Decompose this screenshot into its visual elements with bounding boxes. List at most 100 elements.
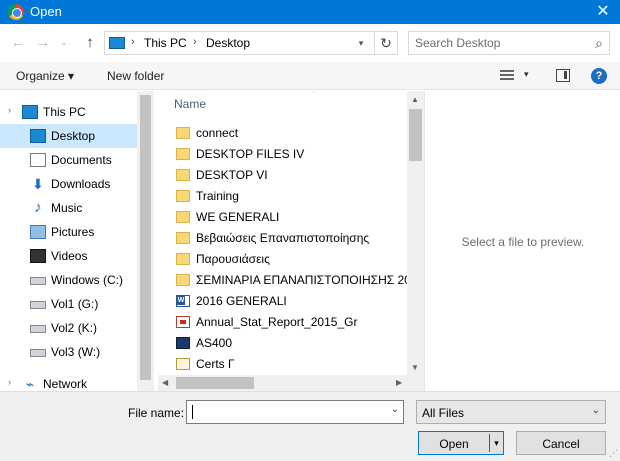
folder-icon xyxy=(176,127,190,139)
sidebar-item-windows-c[interactable]: Windows (C:) xyxy=(0,268,137,292)
file-item[interactable]: ΣΕΜΙΝΑΡΙΑ ΕΠΑΝΑΠΙΣΤΟΠΟΙΗΣΗΣ 201 xyxy=(174,270,407,291)
file-name-combobox[interactable]: ⌄ xyxy=(186,400,404,424)
file-name-input[interactable] xyxy=(191,404,371,420)
file-name: Annual_Stat_Report_2015_Gr xyxy=(196,315,358,329)
open-split-dropdown-icon[interactable]: ▾ xyxy=(489,434,503,452)
pc-icon xyxy=(22,105,38,119)
search-input[interactable] xyxy=(415,35,585,51)
sidebar-item-label: Vol2 (K:) xyxy=(51,321,98,335)
cancel-button[interactable]: Cancel xyxy=(516,431,606,455)
file-item[interactable]: Training xyxy=(174,186,407,207)
navigation-pane: › This PC Desktop Documents ⬇ Downloads … xyxy=(0,91,154,391)
file-name: ΣΕΜΙΝΑΡΙΑ ΕΠΑΝΑΠΙΣΤΟΠΟΙΗΣΗΣ 201 xyxy=(196,273,407,287)
chevron-down-icon[interactable]: ⌄ xyxy=(391,404,399,415)
resize-grip-icon[interactable]: ⋰ xyxy=(609,448,618,459)
sidebar-item-desktop[interactable]: Desktop xyxy=(0,124,137,148)
file-item[interactable]: DESKTOP FILES IV xyxy=(174,144,407,165)
new-folder-button[interactable]: New folder xyxy=(107,69,164,83)
preview-pane-icon[interactable] xyxy=(556,69,570,82)
search-box[interactable]: ⌕ xyxy=(408,31,610,55)
scroll-left-arrow-icon[interactable]: ◀ xyxy=(162,378,168,387)
sidebar-item-music[interactable]: ♪ Music xyxy=(0,196,137,220)
file-item[interactable]: WE GENERALI xyxy=(174,207,407,228)
documents-icon xyxy=(30,153,46,167)
sidebar-item-downloads[interactable]: ⬇ Downloads xyxy=(0,172,137,196)
sidebar-item-label: Pictures xyxy=(51,225,95,239)
folder-icon xyxy=(176,253,190,265)
file-name: AS400 xyxy=(196,336,233,350)
scrollbar-thumb[interactable] xyxy=(176,377,254,389)
view-dropdown-button[interactable]: ▾ xyxy=(524,69,529,80)
column-header-name[interactable]: Name xyxy=(174,97,206,111)
address-dropdown-button[interactable]: ▾ xyxy=(351,32,371,54)
file-item[interactable]: Βεβαιώσεις Επαναπιστοποίησης xyxy=(174,228,407,249)
file-item[interactable]: connect xyxy=(174,123,407,144)
certificate-icon xyxy=(176,358,190,370)
sidebar-item-videos[interactable]: Videos xyxy=(0,244,137,268)
network-icon: ⌁ xyxy=(25,376,35,391)
sidebar-item-label: Windows (C:) xyxy=(51,273,124,287)
file-item[interactable]: 2016 GENERALI xyxy=(174,291,407,312)
recent-locations-button[interactable]: ⌄ xyxy=(54,33,74,53)
navigation-pane-scrollbar[interactable] xyxy=(137,91,154,391)
sidebar-item-vol3-w[interactable]: Vol3 (W:) xyxy=(0,340,137,364)
forward-button[interactable]: → xyxy=(33,33,53,53)
folder-icon xyxy=(176,274,190,286)
search-icon[interactable]: ⌕ xyxy=(595,35,603,52)
drive-icon xyxy=(30,301,46,309)
sidebar-item-documents[interactable]: Documents xyxy=(0,148,137,172)
scroll-up-arrow-icon[interactable]: ▲ xyxy=(411,95,419,104)
breadcrumb-separator: › xyxy=(131,36,135,48)
file-name: Παρουσιάσεις xyxy=(196,252,270,266)
sidebar-item-label: Documents xyxy=(51,153,112,167)
file-item[interactable]: DESKTOP VI xyxy=(174,165,407,186)
file-name: Training xyxy=(196,189,239,203)
refresh-button[interactable]: ↻ xyxy=(374,31,398,55)
pictures-icon xyxy=(30,225,46,239)
chrome-icon xyxy=(8,4,24,20)
sidebar-item-vol1-g[interactable]: Vol1 (G:) xyxy=(0,292,137,316)
breadcrumb-desktop[interactable]: Desktop xyxy=(206,36,250,50)
sidebar-item-vol2-k[interactable]: Vol2 (K:) xyxy=(0,316,137,340)
help-icon[interactable]: ? xyxy=(591,68,607,84)
drive-icon xyxy=(30,325,46,333)
sidebar-item-network[interactable]: › ⌁ Network xyxy=(0,372,137,391)
file-name: Certs Γ xyxy=(196,357,235,371)
sidebar-item-pictures[interactable]: Pictures xyxy=(0,220,137,244)
scroll-right-arrow-icon[interactable]: ▶ xyxy=(396,378,402,387)
address-bar[interactable]: › This PC › Desktop ▾ xyxy=(104,31,398,55)
up-button[interactable]: ↑ xyxy=(80,33,100,53)
file-list-horizontal-scrollbar[interactable]: ◀ ▶ xyxy=(158,375,407,391)
file-item[interactable]: Παρουσιάσεις xyxy=(174,249,407,270)
sidebar-item-label: Videos xyxy=(51,249,88,263)
sidebar-item-label: Desktop xyxy=(51,129,96,143)
file-item[interactable]: Certs Γ xyxy=(174,354,407,375)
chevron-right-icon[interactable]: › xyxy=(8,105,11,115)
preview-placeholder-text: Select a file to preview. xyxy=(461,235,585,249)
dialog-footer: File name: ⌄ All Files ⌄ Open ▾ Cancel ⋰ xyxy=(0,391,620,461)
close-button[interactable]: ✕ xyxy=(586,0,620,24)
back-button[interactable]: ← xyxy=(8,33,28,53)
scroll-down-arrow-icon[interactable]: ▼ xyxy=(411,363,419,372)
file-list-vertical-scrollbar[interactable]: ▲ ▼ xyxy=(407,91,424,375)
window-title: Open xyxy=(30,4,62,19)
file-name: 2016 GENERALI xyxy=(196,294,287,308)
videos-icon xyxy=(30,249,46,263)
chevron-right-icon[interactable]: › xyxy=(8,377,11,387)
file-type-filter[interactable]: All Files ⌄ xyxy=(416,400,606,424)
organize-button[interactable]: Organize ▾ xyxy=(16,69,74,83)
scrollbar-thumb[interactable] xyxy=(140,95,151,380)
file-item[interactable]: Annual_Stat_Report_2015_Gr xyxy=(174,312,407,333)
scrollbar-thumb[interactable] xyxy=(409,109,422,161)
file-item[interactable]: AS400 xyxy=(174,333,407,354)
folder-icon xyxy=(176,169,190,181)
sidebar-item-this-pc[interactable]: › This PC xyxy=(0,100,137,124)
scrollbar-corner xyxy=(407,375,424,391)
sort-ascending-icon: ⌃ xyxy=(310,91,318,98)
view-options-icon[interactable] xyxy=(500,70,514,82)
sidebar-item-label: This PC xyxy=(43,105,86,119)
breadcrumb-this-pc[interactable]: This PC xyxy=(144,36,187,50)
breadcrumb-separator[interactable]: › xyxy=(193,36,197,48)
open-button[interactable]: Open ▾ xyxy=(418,431,504,455)
chevron-down-icon[interactable]: ⌄ xyxy=(592,405,600,416)
